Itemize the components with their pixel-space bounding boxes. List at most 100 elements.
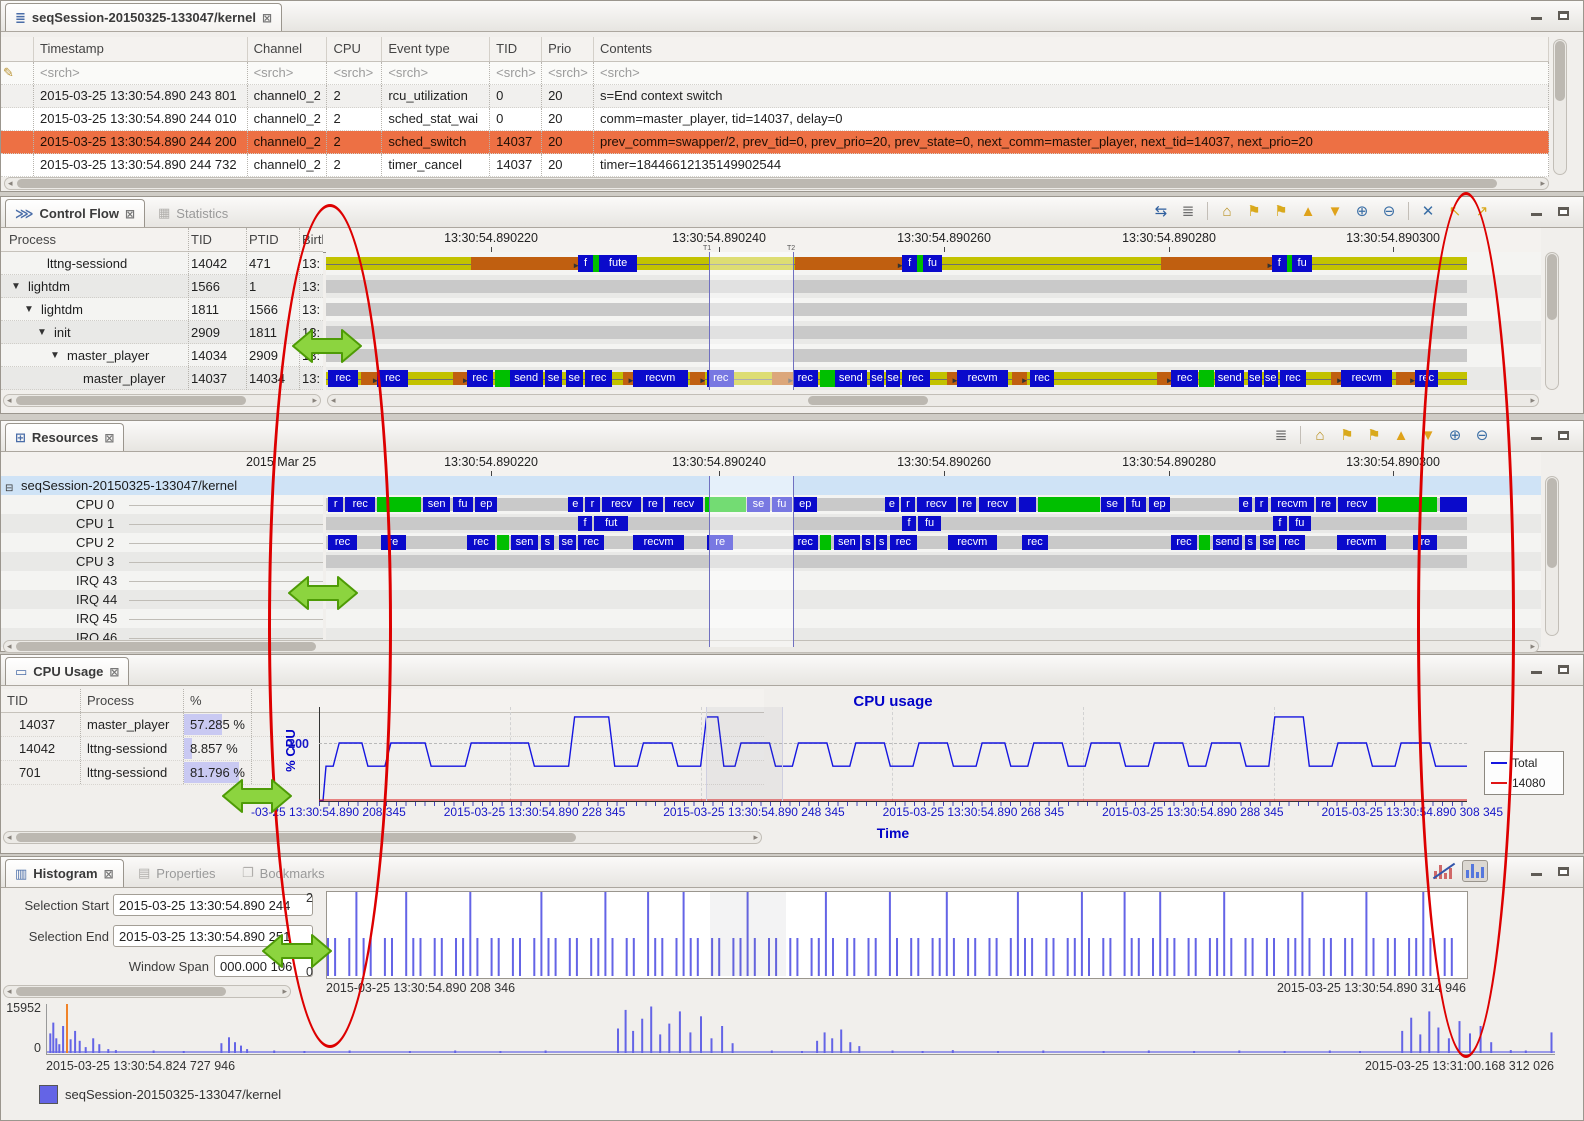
state-segment-fu[interactable]: fu (453, 497, 474, 512)
events-vscrollbar[interactable] (1553, 39, 1567, 175)
state-segment-send[interactable]: send (510, 370, 543, 387)
event-cell-channel[interactable]: channel0_2 (248, 85, 328, 107)
follow-prev-icon[interactable]: ↖ (1444, 200, 1466, 222)
selection-end-line[interactable] (793, 476, 794, 647)
state-segment-send[interactable]: send (835, 370, 867, 387)
state-segment[interactable] (820, 370, 835, 387)
scroll-right-icon[interactable]: ▸ (282, 986, 287, 997)
state-segment-f[interactable]: f (1272, 255, 1287, 272)
state-segment-rec[interactable]: rec (467, 535, 494, 550)
scroll-left-icon[interactable]: ◂ (7, 641, 12, 652)
event-cell-event-type[interactable]: sched_switch (382, 131, 490, 153)
state-segment[interactable]: ► (361, 372, 377, 385)
state-segment-se[interactable]: se (1101, 497, 1124, 512)
event-cell-event-type[interactable]: sched_stat_wai (382, 108, 490, 130)
event-cell-channel[interactable]: channel0_2 (248, 154, 328, 176)
scroll-left-icon[interactable]: ◂ (7, 395, 12, 406)
show-traces-icon[interactable] (1462, 860, 1488, 882)
search-filter-cpu[interactable]: <srch> (327, 62, 382, 84)
state-segment-e[interactable]: e (568, 497, 583, 512)
event-cell-prio[interactable]: 20 (542, 154, 594, 176)
state-segment-f[interactable]: f (578, 516, 592, 531)
selection-start-input[interactable] (113, 894, 313, 916)
state-segment-rec[interactable]: rec (1171, 535, 1196, 550)
close-icon[interactable]: ⊠ (125, 207, 135, 221)
state-segment[interactable] (1199, 535, 1210, 550)
state-segment-rec[interactable]: rec (1171, 370, 1197, 387)
resource-row-label[interactable]: IRQ 43 (1, 571, 323, 590)
state-segment-ep[interactable]: ep (794, 497, 817, 512)
state-segment-r[interactable]: r (585, 497, 600, 512)
state-segment[interactable]: ► (1396, 372, 1414, 385)
cpu-usage-line-chart[interactable] (319, 707, 1467, 801)
events-search-row[interactable]: ✎<srch><srch><srch><srch><srch><srch><sr… (1, 62, 1549, 85)
previous-marker-icon[interactable]: ⚑ (1243, 200, 1265, 222)
maximize-icon[interactable] (1558, 431, 1569, 440)
process-tree-row[interactable]: master_player140371403413: (1, 367, 323, 390)
state-segment-rec[interactable]: rec (585, 370, 612, 387)
state-segment-se[interactable]: se (545, 370, 562, 387)
event-cell-channel[interactable]: channel0_2 (248, 131, 328, 153)
state-segment-send[interactable]: send (1215, 370, 1245, 387)
tree-expander-icon[interactable]: ▼ (24, 304, 34, 315)
state-segment-r[interactable]: r (901, 497, 915, 512)
state-segment-f[interactable]: f (578, 255, 593, 272)
minimize-icon[interactable] (1531, 873, 1542, 876)
scroll-right-icon[interactable]: ▸ (312, 395, 317, 406)
process-tree-row[interactable]: lttng-sessiond1404247113: (1, 252, 323, 275)
event-cell-event-type[interactable]: timer_cancel (382, 154, 490, 176)
previous-marker-icon[interactable]: ⚑ (1336, 424, 1358, 446)
column-header-channel[interactable]: Channel (248, 37, 328, 61)
timeline-row[interactable] (326, 321, 1541, 344)
event-cell-contents[interactable]: prev_comm=swapper/2, prev_tid=0, prev_pr… (594, 131, 1549, 153)
state-segment-s[interactable]: s (541, 535, 555, 550)
resource-row-label[interactable]: IRQ 45 (1, 609, 323, 628)
state-segment[interactable] (1038, 497, 1100, 512)
control-flow-tree-hscrollbar[interactable]: ◂ ▸ (3, 394, 321, 407)
event-cell-cpu[interactable]: 2 (327, 154, 382, 176)
event-cell-tid[interactable]: 14037 (490, 154, 542, 176)
state-segment-se[interactable]: se (886, 370, 900, 387)
zoom-out-icon[interactable]: ⊖ (1378, 200, 1400, 222)
state-segment-send[interactable]: send (1213, 535, 1243, 550)
state-segment-fu[interactable]: fu (923, 255, 942, 272)
state-segment-rec[interactable]: rec (1279, 535, 1305, 550)
state-segment-se[interactable]: se (1264, 370, 1278, 387)
state-segment-recv[interactable]: recv (602, 497, 641, 512)
resource-row-label[interactable]: CPU 0 (1, 495, 323, 514)
timeline-row[interactable] (326, 590, 1541, 609)
state-segment-recvm[interactable]: recvm (957, 370, 1008, 387)
maximize-icon[interactable] (1558, 11, 1569, 20)
timeline-row[interactable]: ffutffuffu (326, 514, 1541, 533)
hide-arrows-icon[interactable]: ✕ (1417, 200, 1439, 222)
histogram-hscrollbar[interactable]: ◂ ▸ (3, 985, 291, 998)
state-segment-re[interactable]: re (643, 497, 662, 512)
zoom-out-icon[interactable]: ⊖ (1471, 424, 1493, 446)
tree-column-header-birth-time[interactable]: Birth time (302, 228, 323, 251)
event-cell-cpu[interactable]: 2 (327, 131, 382, 153)
event-cell-cpu[interactable]: 2 (327, 108, 382, 130)
state-segment-recvm[interactable]: recvm (948, 535, 997, 550)
timeline-row[interactable] (326, 298, 1541, 321)
state-segment-sen[interactable]: sen (511, 535, 538, 550)
follow-next-icon[interactable]: ↗ (1471, 200, 1493, 222)
state-segment[interactable] (1019, 497, 1036, 512)
state-segment[interactable]: ► (623, 372, 633, 385)
event-cell-timestamp[interactable]: 2015-03-25 13:30:54.890 244 200 (34, 131, 248, 153)
event-cell-contents[interactable]: comm=master_player, tid=14037, delay=0 (594, 108, 1549, 130)
selection-start-line[interactable] (709, 252, 710, 390)
state-segment-rec[interactable]: rec (328, 535, 357, 550)
state-segment-rec[interactable]: rec (890, 535, 917, 550)
state-segment-fu[interactable]: fu (1126, 497, 1147, 512)
hide-lost-events-icon[interactable] (1431, 860, 1457, 882)
resource-row-label[interactable]: CPU 3 (1, 552, 323, 571)
scroll-left-icon[interactable]: ◂ (331, 395, 336, 406)
previous-event-icon[interactable]: ▲ (1297, 200, 1319, 222)
column-header-cpu[interactable]: CPU (327, 37, 382, 61)
state-segment-rec[interactable]: rec (328, 370, 358, 387)
tree-expander-icon[interactable]: ▼ (37, 327, 47, 338)
state-segment-e[interactable]: e (1239, 497, 1253, 512)
search-filter-prio[interactable]: <srch> (542, 62, 594, 84)
tab-properties[interactable]: ▤ Properties (129, 859, 225, 887)
event-cell-cpu[interactable]: 2 (327, 85, 382, 107)
